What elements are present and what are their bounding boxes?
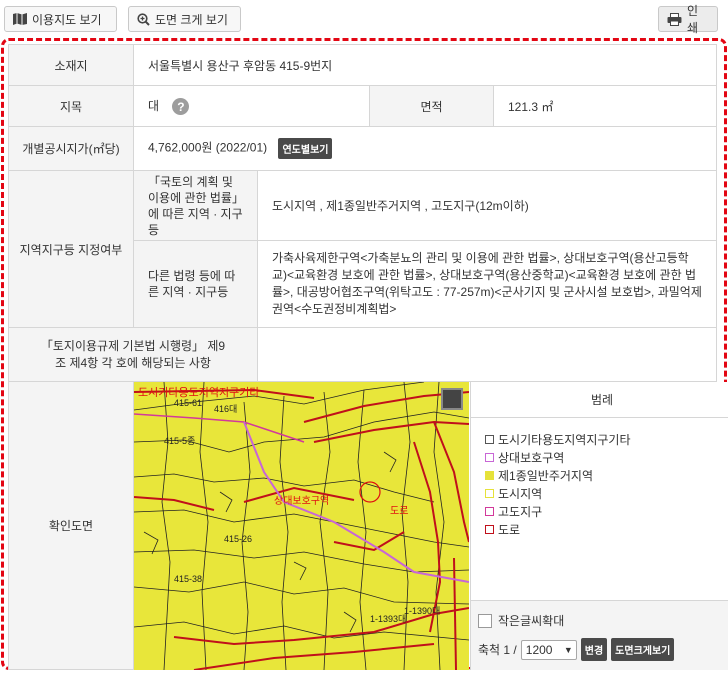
enlarge-map-bottom-button[interactable]: 도면크게보기 xyxy=(611,638,675,661)
land-info-table: 소재지 서울특별시 용산구 후암동 415-9번지 지목 대 ? 면적 121.… xyxy=(8,44,728,670)
legend-item-label: 도시지역 xyxy=(498,486,543,501)
legend-title: 범례 xyxy=(471,382,728,418)
legend-item: 도시지역 xyxy=(485,484,728,502)
zone-law1-label: 「국토의 계획 및 이용에 관한 법률」에 따른 지역 · 지구등 xyxy=(133,170,258,241)
enlarge-map-label: 도면 크게 보기 xyxy=(155,12,228,27)
table-row: 확인도면 도시기타용도지역지구기타 415-61 416대 415-5종 상대보… xyxy=(8,381,728,670)
legend-swatch xyxy=(485,506,494,516)
legend-item-label: 고도지구 xyxy=(498,504,543,519)
map-label-parcel: 416대 xyxy=(214,404,237,414)
map-fullscreen-icon[interactable] xyxy=(441,388,463,410)
legend-swatch xyxy=(485,452,494,462)
toolbar: 이용지도 보기 도면 크게 보기 인쇄 xyxy=(4,4,724,35)
legend-item: 도로 xyxy=(485,520,728,538)
print-button[interactable]: 인쇄 xyxy=(658,4,718,35)
legend-item-label: 도로 xyxy=(498,522,521,537)
land-use-map-button[interactable]: 이용지도 보기 xyxy=(4,6,117,32)
price-cell: 4,762,000원 (2022/01) 연도별보기 xyxy=(132,126,718,171)
legend-item: 도시기타용도지역지구기타 xyxy=(485,430,728,448)
legend-swatch xyxy=(485,524,494,534)
area-value: 121.3 ㎡ xyxy=(492,85,718,127)
enforcement-value xyxy=(256,327,718,382)
table-row: 지역지구등 지정여부 「국토의 계획 및 이용에 관한 법률」에 따른 지역 ·… xyxy=(8,170,718,328)
map-icon xyxy=(13,13,27,25)
map-label-road: 도로 xyxy=(390,506,408,517)
zoom-in-icon xyxy=(137,12,150,26)
table-row: 개별공시지가(㎡당) 4,762,000원 (2022/01) 연도별보기 xyxy=(8,126,718,171)
help-icon[interactable]: ? xyxy=(172,98,190,116)
legend-list: 도시기타용도지역지구기타 상대보호구역 제1종일반주거지역 도시지역 고도지구 … xyxy=(471,418,728,538)
table-row: 지목 대 ? 면적 121.3 ㎡ xyxy=(8,85,718,127)
chevron-down-icon: ▼ xyxy=(563,644,573,655)
legend-swatch xyxy=(485,434,494,444)
table-row: 「토지이용규제 기본법 시행령」 제9조 제4항 각 호에 해당되는 사항 xyxy=(8,327,718,382)
printer-icon xyxy=(667,12,682,26)
land-category-value: 대 xyxy=(148,98,160,113)
cadastral-map[interactable]: 도시기타용도지역지구기타 415-61 416대 415-5종 상대보호구역 도… xyxy=(134,382,469,670)
zone-law2-label: 다른 법령 등에 따른 지역 · 지구등 xyxy=(133,240,258,328)
small-text-option[interactable]: 작은글씨확대 xyxy=(478,612,728,629)
scale-label: 축척 1 / xyxy=(478,643,517,657)
scale-value: 1200 xyxy=(525,642,553,657)
legend-item: 고도지구 xyxy=(485,502,728,520)
map-label-parcel: 1-1390대 xyxy=(404,606,440,616)
change-scale-button[interactable]: 변경 xyxy=(580,638,608,661)
map-controls: 작은글씨확대 축척 1 / 1200 ▼ 변경 도면크게보기 xyxy=(471,600,728,670)
map-label-parcel: 415-61 xyxy=(174,398,202,408)
location-value: 서울특별시 용산구 후암동 415-9번지 xyxy=(132,44,718,86)
zone-law2-value: 가축사육제한구역<가축분뇨의 관리 및 이용에 관한 법률>, 상대보호구역(용… xyxy=(256,240,718,328)
legend-item: 상대보호구역 xyxy=(485,448,728,466)
legend-item-label: 상대보호구역 xyxy=(498,450,565,465)
scale-row: 축척 1 / 1200 ▼ 변경 도면크게보기 xyxy=(478,638,728,661)
zone-label: 지역지구등 지정여부 xyxy=(8,170,134,328)
small-text-label: 작은글씨확대 xyxy=(498,614,565,628)
zone-law1-value: 도시지역 , 제1종일반주거지역 , 고도지구(12m이하) xyxy=(256,170,718,241)
map-label-parcel: 415-26 xyxy=(224,534,252,544)
legend-item: 제1종일반주거지역 xyxy=(485,466,728,484)
map-label-parcel: 1-1393대 xyxy=(370,614,406,624)
legend-item-label: 제1종일반주거지역 xyxy=(498,468,593,483)
small-text-checkbox[interactable] xyxy=(478,613,492,628)
map-label: 확인도면 xyxy=(8,381,134,670)
price-value: 4,762,000원 (2022/01) xyxy=(148,140,268,155)
price-label: 개별공시지가(㎡당) xyxy=(8,126,134,171)
land-use-map-label: 이용지도 보기 xyxy=(32,12,102,27)
map-label-parcel: 415-38 xyxy=(174,574,202,584)
map-drawing: 도시기타용도지역지구기타 415-61 416대 415-5종 상대보호구역 도… xyxy=(134,382,469,670)
price-by-year-button[interactable]: 연도별보기 xyxy=(278,138,333,159)
print-label: 인쇄 xyxy=(686,4,699,35)
land-category-label: 지목 xyxy=(8,85,134,127)
enforcement-label: 「토지이용규제 기본법 시행령」 제9조 제4항 각 호에 해당되는 사항 xyxy=(8,327,258,382)
map-label-protection-zone: 상대보호구역 xyxy=(274,495,329,507)
legend-swatch xyxy=(485,488,494,498)
legend-swatch xyxy=(485,470,494,480)
map-legend: 범례 도시기타용도지역지구기타 상대보호구역 제1종일반주거지역 도시지역 고도… xyxy=(470,382,728,670)
location-label: 소재지 xyxy=(8,44,134,86)
map-cell: 도시기타용도지역지구기타 415-61 416대 415-5종 상대보호구역 도… xyxy=(132,381,728,670)
legend-item-label: 도시기타용도지역지구기타 xyxy=(498,432,631,447)
land-category-cell: 대 ? xyxy=(133,85,370,127)
area-label: 면적 xyxy=(369,85,494,127)
map-label-parcel: 415-5종 xyxy=(164,436,195,446)
enlarge-map-button[interactable]: 도면 크게 보기 xyxy=(128,6,241,32)
table-row: 소재지 서울특별시 용산구 후암동 415-9번지 xyxy=(8,44,718,86)
scale-select[interactable]: 1200 ▼ xyxy=(520,639,577,660)
